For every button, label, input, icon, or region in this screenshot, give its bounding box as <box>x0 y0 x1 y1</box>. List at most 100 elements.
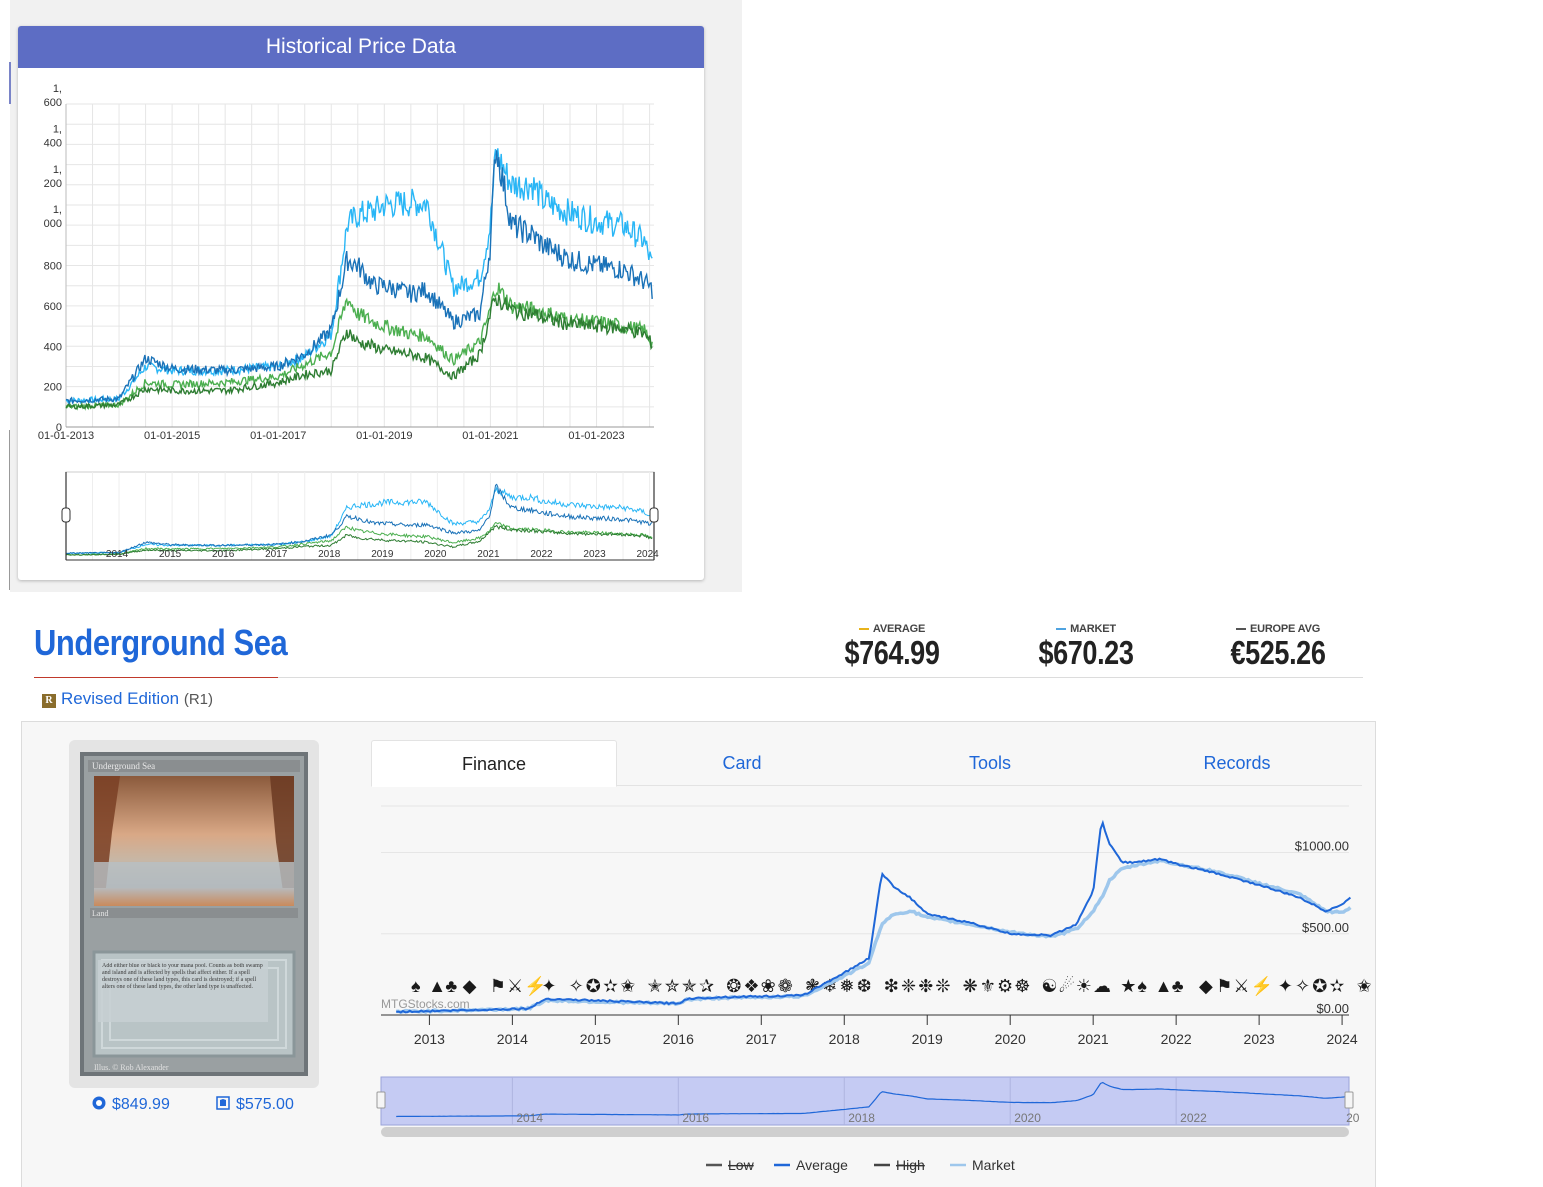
x-tick-label: 01-01-2019 <box>356 430 412 442</box>
set-symbol-glyph: ❉ <box>918 976 933 996</box>
tcg-price-link[interactable]: $849.99 <box>92 1096 170 1114</box>
navigator-handle <box>1344 1091 1354 1109</box>
set-symbol-glyph: ♣ <box>445 976 457 996</box>
set-name[interactable]: Revised Edition <box>61 689 179 708</box>
navigator-year-label: 2019 <box>371 549 394 560</box>
tab-tools[interactable]: Tools <box>867 740 1113 787</box>
y-tick-label: 600 <box>44 301 62 313</box>
navigator-year-label: 2014 <box>106 549 129 560</box>
y-tick-label: $500.00 <box>1302 920 1349 935</box>
navigator-year-label: 2017 <box>265 549 288 560</box>
x-tick-label: 2019 <box>912 1031 943 1047</box>
y-tick-label: 1, <box>53 123 62 135</box>
europe-dash-icon <box>1235 628 1246 631</box>
y-tick-label: 400 <box>44 137 62 149</box>
set-symbol-glyph: ✬ <box>1357 976 1371 996</box>
stat-europe-value: €525.26 <box>1230 634 1326 671</box>
set-symbol-glyph: ☁ <box>1093 976 1111 996</box>
set-symbol-glyph: ▲ <box>1155 976 1173 996</box>
tab-records[interactable]: Records <box>1114 740 1360 787</box>
y-tick-label: $0.00 <box>1316 1001 1349 1016</box>
set-symbol-glyph: ◆ <box>1199 976 1213 996</box>
navigator-handle <box>61 507 71 523</box>
ck-price[interactable]: $575.00 <box>236 1096 294 1113</box>
legend-label[interactable]: Low <box>728 1157 755 1173</box>
x-tick-label: 2013 <box>414 1031 445 1047</box>
set-symbol-glyph: ⚡ <box>1251 975 1273 997</box>
navigator-year-label: 2020 <box>424 549 447 560</box>
set-link[interactable]: R Revised Edition (R1) <box>42 689 213 709</box>
x-tick-label: 2018 <box>829 1031 860 1047</box>
x-tick-label: 2017 <box>746 1031 777 1047</box>
set-symbol-glyph: ✦ <box>1278 976 1293 996</box>
navigator-year-label: 20 <box>1346 1111 1360 1125</box>
tab-card[interactable]: Card <box>619 740 865 787</box>
title-divider <box>278 677 1363 678</box>
historical-price-card: Historical Price Data 0 200 400 600 800 1, 000… <box>18 26 704 580</box>
set-symbol-glyph: ☀ <box>1076 976 1092 996</box>
cardkingdom-icon <box>216 1096 230 1110</box>
tab-finance[interactable]: Finance <box>371 740 617 787</box>
set-symbol-glyph: ✦ <box>541 976 556 996</box>
set-symbol-glyph: ▲ <box>428 976 446 996</box>
y-tick-label: 600 <box>44 97 62 109</box>
detail-tabs: Finance Card Tools Records <box>371 740 1362 787</box>
set-symbol-glyph: ✰ <box>699 976 714 996</box>
y-tick-label: 1, <box>53 83 62 95</box>
navigator-handle <box>649 507 659 523</box>
tcg-price[interactable]: $849.99 <box>112 1096 170 1113</box>
set-symbol-glyph: ✬ <box>620 976 635 996</box>
set-symbol-glyph: ✫ <box>1329 976 1344 996</box>
navigator-year-label: 2016 <box>682 1111 709 1125</box>
finance-price-chart[interactable]: $1000.00$500.00$0.00♠ ▲ ♣ ◆ ⚑ ⚔ ⚡✦ ✧ ✪ ✫ ✬ ✭ ✮ ✯ ✰ ❂ ❖ ❀ ❁… <box>371 800 1371 1187</box>
y-tick-label: 1, <box>53 164 62 176</box>
historical-price-chart[interactable]: 02004006008001,0001,2001,4001,60001-01-2… <box>18 68 704 580</box>
x-tick-label: 01-01-2013 <box>38 430 94 442</box>
x-tick-label: 01-01-2021 <box>462 430 518 442</box>
panel-edge-marker <box>9 62 11 104</box>
set-symbol-glyph: ✫ <box>603 976 618 996</box>
x-tick-label: 2022 <box>1161 1031 1192 1047</box>
navigator-year-label: 2016 <box>212 549 235 560</box>
stat-market-value: $670.23 <box>1038 634 1134 671</box>
title-underline <box>34 677 278 678</box>
y-tick-label: 1, <box>53 204 62 216</box>
card-image[interactable]: Underground Sea Land Add either blue or … <box>80 752 308 1076</box>
navigator-year-label: 2023 <box>583 549 606 560</box>
x-tick-label: 01-01-2023 <box>568 430 624 442</box>
navigator-frame <box>65 471 655 561</box>
set-symbol-glyph: ⚙ <box>997 976 1013 996</box>
set-code: (R1) <box>183 691 214 708</box>
card-title[interactable]: Underground Sea <box>34 622 288 664</box>
set-symbol-glyph: ❇ <box>884 976 899 996</box>
x-tick-label: 2020 <box>995 1031 1026 1047</box>
legend-label[interactable]: High <box>896 1157 925 1173</box>
panel-edge-marker <box>9 430 10 590</box>
navigator-handle <box>376 1091 386 1109</box>
x-tick-label: 01-01-2017 <box>250 430 306 442</box>
legend-label[interactable]: Average <box>796 1157 848 1173</box>
set-symbol-glyph: ⚑ <box>1216 976 1232 996</box>
set-symbol-glyph: ◆ <box>463 976 477 996</box>
y-tick-label: $1000.00 <box>1295 839 1349 854</box>
set-symbol-glyph: ✧ <box>569 976 584 996</box>
set-symbol-glyph: ♠ <box>411 976 421 996</box>
y-tick-label: 000 <box>44 218 62 230</box>
ck-price-link[interactable]: $575.00 <box>216 1096 294 1114</box>
legend-label[interactable]: Market <box>972 1157 1015 1173</box>
navigator-year-label: 2018 <box>318 549 341 560</box>
set-symbol-glyph: ⚜ <box>980 976 996 996</box>
tcgplayer-icon <box>92 1096 106 1110</box>
card-illus-credit: Illus. © Rob Alexander <box>94 1063 169 1072</box>
price-series-line <box>65 148 653 405</box>
navigator-year-label: 2020 <box>1014 1111 1041 1125</box>
x-tick-label: 2015 <box>580 1031 611 1047</box>
set-symbol-glyph: ⚑ <box>490 976 506 996</box>
watermark: MTGStocks.com <box>381 997 470 1011</box>
stat-europe-avg: EUROPE AVG €525.26 <box>1203 623 1353 671</box>
navigator-year-label: 2015 <box>159 549 182 560</box>
y-tick-label: 400 <box>44 341 62 353</box>
navigator-year-label: 2014 <box>516 1111 543 1125</box>
set-symbol-glyph: ❖ <box>743 976 759 996</box>
set-symbol-glyph: ❊ <box>935 976 950 996</box>
